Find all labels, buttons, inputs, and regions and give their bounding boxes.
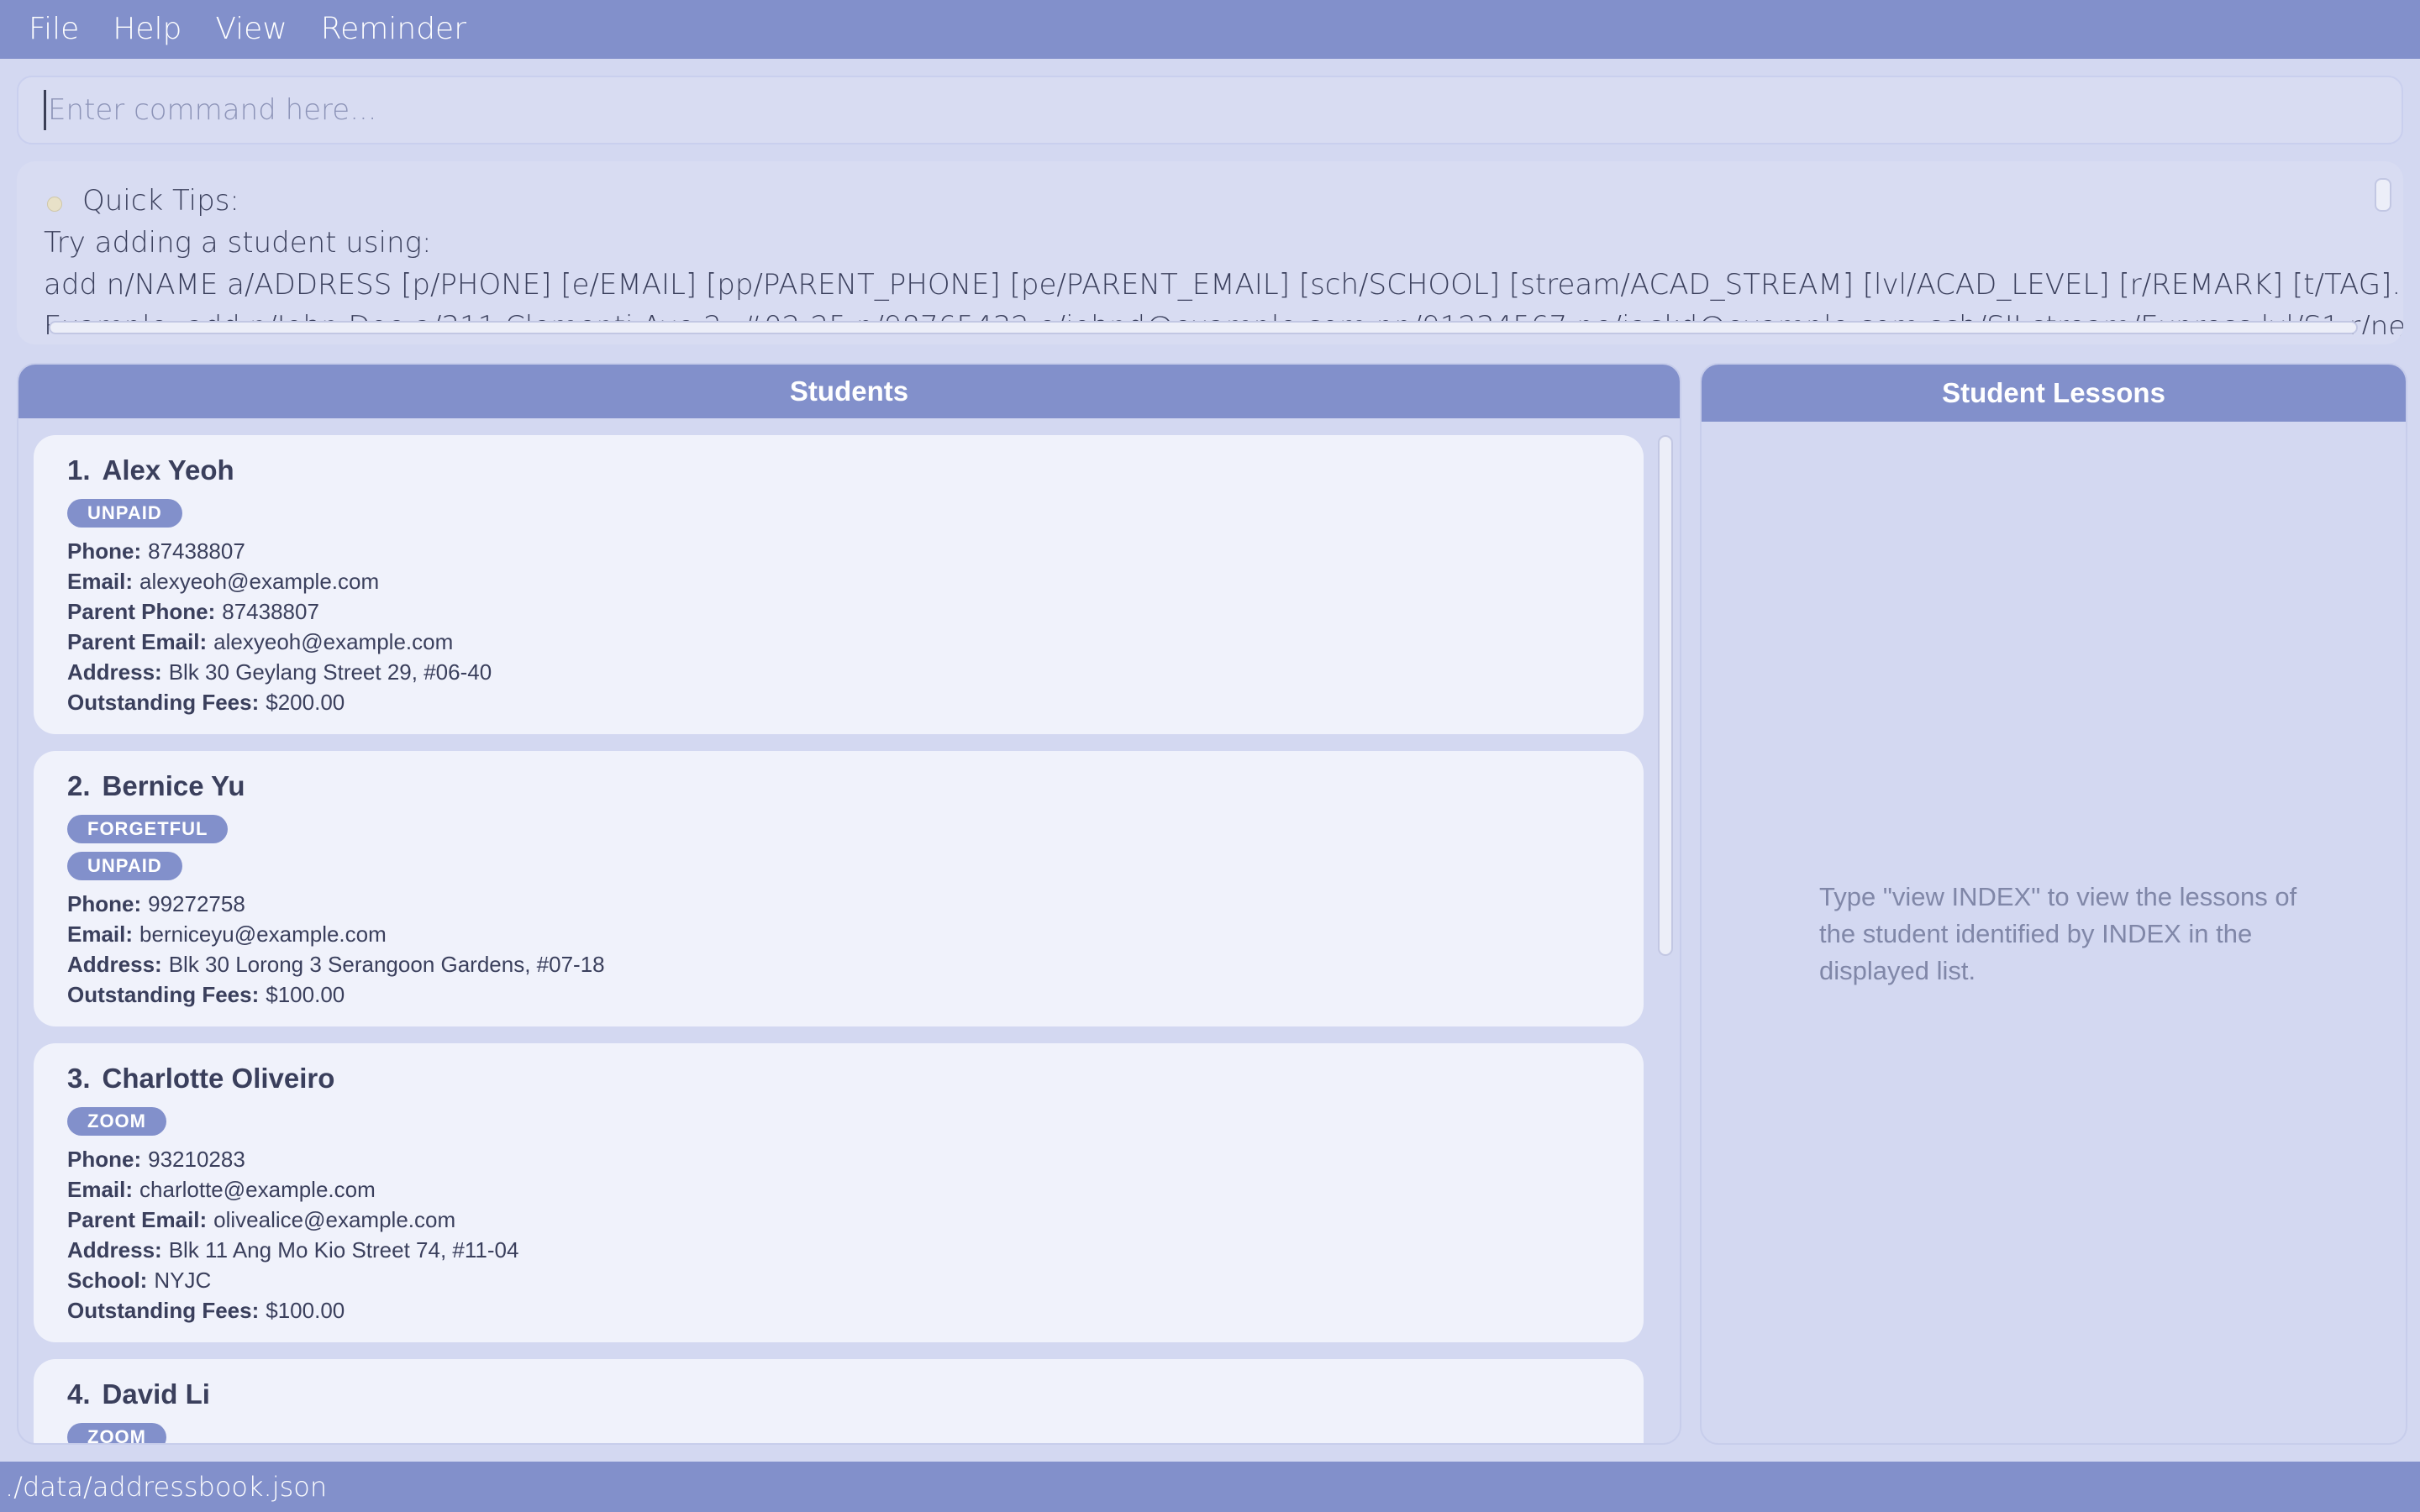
field-value: olivealice@example.com bbox=[213, 1207, 456, 1232]
student-field: Address: Blk 30 Geylang Street 29, #06-40 bbox=[67, 657, 1610, 687]
student-tag: ZOOM bbox=[67, 1423, 166, 1443]
student-tag: ZOOM bbox=[67, 1107, 166, 1136]
student-index: 4. bbox=[67, 1378, 91, 1410]
horizontal-scrollbar[interactable] bbox=[49, 321, 2358, 334]
student-list[interactable]: 1. Alex Yeoh UNPAID Phone: 87438807 Email: ale… bbox=[34, 435, 1645, 1443]
field-label: Parent Email: bbox=[67, 629, 208, 654]
student-field: Phone: 93210283 bbox=[67, 1144, 1610, 1174]
text-caret bbox=[44, 90, 46, 130]
student-field: Outstanding Fees: $200.00 bbox=[67, 687, 1610, 717]
student-tag: UNPAID bbox=[67, 852, 182, 880]
student-field: Parent Email: olivealice@example.com bbox=[67, 1205, 1610, 1235]
student-field: Phone: 87438807 bbox=[67, 536, 1610, 566]
field-label: Address: bbox=[67, 659, 162, 685]
students-panel-title: Students bbox=[18, 365, 1680, 418]
field-label: School: bbox=[67, 1268, 148, 1293]
student-field: Email: berniceyu@example.com bbox=[67, 919, 1610, 949]
student-name-text: Bernice Yu bbox=[102, 770, 245, 801]
field-label: Address: bbox=[67, 1237, 162, 1263]
student-tag: UNPAID bbox=[67, 499, 182, 528]
menu-bar: File Help View Reminder bbox=[0, 0, 2420, 59]
quick-tips-heading: Quick Tips: bbox=[44, 180, 2376, 222]
student-card[interactable]: 4. David Li ZOOM bbox=[34, 1359, 1644, 1443]
field-value: 99272758 bbox=[148, 891, 245, 916]
menu-reminder[interactable]: Reminder bbox=[304, 0, 483, 59]
lessons-placeholder-hint: Type "view INDEX" to view the lessons of… bbox=[1819, 882, 2297, 985]
student-card[interactable]: 1. Alex Yeoh UNPAID Phone: 87438807 Email: ale… bbox=[34, 435, 1644, 734]
quick-tips-title: Quick Tips: bbox=[82, 184, 239, 218]
student-field: School: NYJC bbox=[67, 1265, 1610, 1295]
field-value: $100.00 bbox=[266, 982, 345, 1007]
student-field: Phone: 99272758 bbox=[67, 889, 1610, 919]
command-input[interactable] bbox=[48, 93, 2317, 127]
field-value: $200.00 bbox=[266, 690, 345, 715]
menu-help[interactable]: Help bbox=[96, 0, 198, 59]
student-name: 1. Alex Yeoh bbox=[67, 454, 1610, 487]
student-field: Address: Blk 30 Lorong 3 Serangoon Garden… bbox=[67, 949, 1610, 979]
menu-view[interactable]: View bbox=[198, 0, 303, 59]
field-label: Phone: bbox=[67, 538, 142, 564]
field-value: alexyeoh@example.com bbox=[139, 569, 380, 594]
field-label: Email: bbox=[67, 1177, 134, 1202]
field-value: NYJC bbox=[154, 1268, 212, 1293]
student-name: 4. David Li bbox=[67, 1378, 1610, 1411]
field-label: Email: bbox=[67, 921, 134, 947]
field-label: Parent Email: bbox=[67, 1207, 208, 1232]
tag-list: ZOOM bbox=[67, 1423, 1610, 1443]
field-value: Blk 11 Ang Mo Kio Street 74, #11-04 bbox=[168, 1237, 519, 1263]
command-box bbox=[17, 76, 2403, 144]
tag-list: UNPAID bbox=[67, 499, 1610, 536]
lightbulb-icon bbox=[47, 197, 62, 212]
field-label: Outstanding Fees: bbox=[67, 1298, 260, 1323]
vertical-scrollbar[interactable] bbox=[2375, 178, 2391, 212]
field-value: $100.00 bbox=[266, 1298, 345, 1323]
student-tag: FORGETFUL bbox=[67, 815, 229, 843]
field-label: Address: bbox=[67, 952, 162, 977]
status-bar-file-path: ./data/addressbook.json bbox=[0, 1462, 2420, 1512]
field-value: 87438807 bbox=[148, 538, 245, 564]
student-card[interactable]: 2. Bernice Yu FORGETFUL UNPAID Phone: 9927275… bbox=[34, 751, 1644, 1026]
field-value: berniceyu@example.com bbox=[139, 921, 387, 947]
tag-list: FORGETFUL UNPAID bbox=[67, 815, 1610, 889]
tag-list: ZOOM bbox=[67, 1107, 1610, 1144]
student-field: Outstanding Fees: $100.00 bbox=[67, 979, 1610, 1010]
field-label: Outstanding Fees: bbox=[67, 690, 260, 715]
field-value: Blk 30 Geylang Street 29, #06-40 bbox=[168, 659, 492, 685]
field-value: Blk 30 Lorong 3 Serangoon Gardens, #07-1… bbox=[168, 952, 605, 977]
result-line-2: add n/NAME a/ADDRESS [p/PHONE] [e/EMAIL]… bbox=[44, 268, 2403, 302]
student-field: Parent Email: alexyeoh@example.com bbox=[67, 627, 1610, 657]
students-panel: Students 1. Alex Yeoh UNPAID Phone: 87438807… bbox=[17, 363, 1681, 1445]
field-label: Outstanding Fees: bbox=[67, 982, 260, 1007]
student-field: Address: Blk 11 Ang Mo Kio Street 74, #11… bbox=[67, 1235, 1610, 1265]
student-field: Email: alexyeoh@example.com bbox=[67, 566, 1610, 596]
student-index: 3. bbox=[67, 1063, 91, 1094]
student-card[interactable]: 3. Charlotte Oliveiro ZOOM Phone: 93210283 Em… bbox=[34, 1043, 1644, 1342]
field-label: Phone: bbox=[67, 1147, 142, 1172]
student-index: 2. bbox=[67, 770, 91, 801]
menu-file[interactable]: File bbox=[20, 0, 96, 59]
student-index: 1. bbox=[67, 454, 91, 486]
student-name: 2. Bernice Yu bbox=[67, 769, 1610, 803]
student-name-text: David Li bbox=[102, 1378, 210, 1410]
lessons-panel: Student Lessons Type "view INDEX" to vie… bbox=[1700, 363, 2407, 1445]
student-name-text: Alex Yeoh bbox=[102, 454, 234, 486]
field-label: Phone: bbox=[67, 891, 142, 916]
result-display: Quick Tips: Try adding a student using: … bbox=[17, 161, 2403, 344]
student-field: Outstanding Fees: $100.00 bbox=[67, 1295, 1610, 1326]
student-list-scrollbar[interactable] bbox=[1658, 435, 1673, 956]
student-name: 3. Charlotte Oliveiro bbox=[67, 1062, 1610, 1095]
field-label: Email: bbox=[67, 569, 134, 594]
field-value: charlotte@example.com bbox=[139, 1177, 376, 1202]
field-value: 93210283 bbox=[148, 1147, 245, 1172]
student-name-text: Charlotte Oliveiro bbox=[102, 1063, 335, 1094]
field-label: Parent Phone: bbox=[67, 599, 216, 624]
lessons-panel-title: Student Lessons bbox=[1702, 365, 2406, 422]
field-value: 87438807 bbox=[222, 599, 319, 624]
field-value: alexyeoh@example.com bbox=[213, 629, 454, 654]
student-field: Email: charlotte@example.com bbox=[67, 1174, 1610, 1205]
result-line-1: Try adding a student using: bbox=[44, 226, 432, 260]
student-field: Parent Phone: 87438807 bbox=[67, 596, 1610, 627]
